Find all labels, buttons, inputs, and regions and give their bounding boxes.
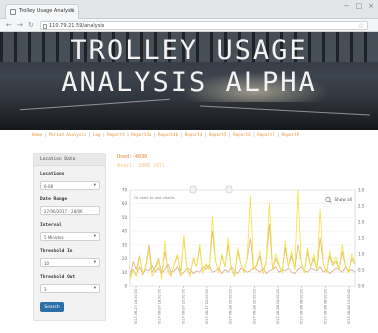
y-left-tick-label: 40 xyxy=(122,229,128,234)
tab-close-icon[interactable]: × xyxy=(69,7,74,14)
panel-title: Location Data xyxy=(40,157,76,162)
nav-links: Home | Period Analysis | Log | Report4 | Report4… xyxy=(32,132,378,140)
forward-icon[interactable]: → xyxy=(17,21,23,29)
y-left-tick-label: 30 xyxy=(122,242,128,247)
nav-link-1[interactable]: Period Analysis xyxy=(49,132,87,137)
chart-hint-text: Or start to see charts xyxy=(134,195,175,200)
date-range-value: 27/06/2017 - 28/06 xyxy=(44,209,83,214)
x-tick-label: 2017-06-27 16:00:00 xyxy=(134,289,138,324)
panel-header: Location Data xyxy=(34,154,105,166)
hero-title-line-2: ANALYSIS ALPHA xyxy=(61,67,317,98)
close-window-icon[interactable]: × xyxy=(368,2,374,10)
y-left-tick-label: 0 xyxy=(124,284,127,289)
x-tick-label: 2017-06-27 22:00:00 xyxy=(205,289,209,324)
minimize-icon[interactable]: − xyxy=(344,2,350,10)
bookmark-star-icon[interactable]: ☆ xyxy=(358,22,364,30)
usage-chart: 0 10 20 30 40 50 60 70 0.0 0.5 1.0 1.5 2.0 2.5 3.0 2017… xyxy=(116,184,371,325)
range-handle-left[interactable] xyxy=(189,185,197,194)
address-bar: ← → ↻ 110.79.21.59/analysis ☆ xyxy=(0,19,378,32)
x-tick-label: 2017-06-28 06:00:00 xyxy=(300,289,304,324)
maximize-icon[interactable]: □ xyxy=(356,2,363,10)
nav-link-10[interactable]: ReportP xyxy=(281,132,299,137)
url-text: 110.79.21.59/analysis xyxy=(49,23,105,29)
y-right-tick-label: 2.5 xyxy=(358,204,365,209)
y-right-tick-label: 1.0 xyxy=(358,252,365,257)
interval-value: 5 Minutes xyxy=(44,235,64,240)
tab-title: Trolley Usage Analysis xyxy=(19,8,75,14)
x-tick-label: 2017-06-27 18:00:00 xyxy=(158,289,162,324)
document-icon xyxy=(43,24,47,29)
y-right-tick-label: 3.0 xyxy=(358,188,365,193)
y-left-tick-label: 50 xyxy=(122,215,128,220)
hero-banner: TROLLEY USAGE ANALYSIS ALPHA xyxy=(0,32,378,130)
nav-link-0[interactable]: Home xyxy=(32,132,42,137)
reload-icon[interactable]: ↻ xyxy=(28,21,34,29)
nav-link-5[interactable]: Report4b xyxy=(158,132,178,137)
y-left-tick-label: 70 xyxy=(122,188,128,193)
nav-link-2[interactable]: Log xyxy=(93,132,101,137)
y-left-tick-label: 10 xyxy=(122,270,128,275)
x-tick-label: 2017-06-28 10:00:00 xyxy=(347,289,351,324)
chevron-down-icon: ▾ xyxy=(93,260,96,265)
threshold-out-select[interactable]: 3 ▾ xyxy=(40,284,100,293)
show-all-button[interactable]: Show all xyxy=(334,197,352,202)
usage-chart-svg: 0 10 20 30 40 50 60 70 0.0 0.5 1.0 1.5 2.0 2.5 3.0 2017… xyxy=(122,185,365,325)
x-tick-label: 2017-06-28 08:00:00 xyxy=(323,289,327,324)
nav-link-7[interactable]: Report5 xyxy=(209,132,227,137)
threshold-out-value: 3 xyxy=(44,287,47,292)
x-tick-label: 2017-06-28 02:00:00 xyxy=(252,289,256,324)
threshold-in-select[interactable]: 10 ▾ xyxy=(40,258,100,267)
search-button-label: Search xyxy=(44,304,60,310)
window-controls: − □ × xyxy=(344,2,374,10)
y-right-tick-label: 0.0 xyxy=(358,284,365,289)
nav-link-4[interactable]: Report4a xyxy=(131,132,151,137)
interval-select[interactable]: 5 Minutes ▾ xyxy=(40,232,100,241)
location-data-panel: Location Data Locations 6-08 ▾ Date Rang… xyxy=(33,153,106,321)
threshold-out-label: Threshold Out xyxy=(40,275,76,280)
chevron-down-icon: ▾ xyxy=(93,234,96,239)
hero-title-line-1: TROLLEY USAGE xyxy=(70,35,308,66)
browser-tab[interactable]: Trolley Usage Analysis × xyxy=(5,4,79,19)
locations-value: 6-08 xyxy=(44,184,54,189)
y-left-tick-label: 20 xyxy=(122,256,128,261)
chevron-down-icon: ▾ xyxy=(93,286,96,291)
browser-tab-bar: Trolley Usage Analysis × − □ × xyxy=(0,0,378,19)
nav-link-9[interactable]: Report7 xyxy=(257,132,275,137)
locations-label: Locations xyxy=(40,172,65,177)
url-input[interactable]: 110.79.21.59/analysis ☆ xyxy=(40,21,368,30)
y-right-tick-label: 1.5 xyxy=(358,236,365,241)
range-handle-right[interactable] xyxy=(225,185,233,194)
nav-link-8[interactable]: Report6 xyxy=(233,132,251,137)
interval-label: Interval xyxy=(40,223,62,228)
x-tick-label: 2017-06-28 00:00:00 xyxy=(229,289,233,324)
date-range-input[interactable]: 27/06/2017 - 28/06 xyxy=(40,206,100,215)
used-count: Used: 4030 xyxy=(117,154,148,160)
page-icon xyxy=(10,9,16,15)
date-range-label: Date Range xyxy=(40,197,68,202)
chevron-down-icon: ▾ xyxy=(93,183,96,188)
y-right-tick-label: 2.0 xyxy=(358,220,365,225)
nav-link-6[interactable]: Report4 xyxy=(185,132,203,137)
x-tick-label: 2017-06-28 04:00:00 xyxy=(276,289,280,324)
threshold-in-value: 10 xyxy=(44,261,50,266)
search-button[interactable]: Search xyxy=(40,302,64,312)
y-left-tick-label: 60 xyxy=(122,201,128,206)
locations-select[interactable]: 6-08 ▾ xyxy=(40,181,100,190)
threshold-in-label: Threshold In xyxy=(40,249,73,254)
nav-link-3[interactable]: Report4 xyxy=(107,132,125,137)
x-tick-label: 2017-06-27 20:00:00 xyxy=(181,289,185,324)
y-right-tick-label: 0.5 xyxy=(358,268,365,273)
back-icon[interactable]: ← xyxy=(6,21,12,29)
available-count: Avail: 1000 (67) xyxy=(117,163,166,169)
